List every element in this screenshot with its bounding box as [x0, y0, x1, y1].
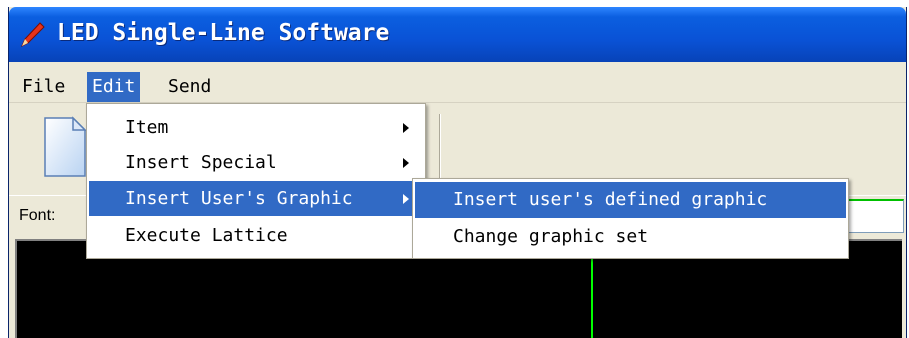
menu-item-label: Execute Lattice: [125, 225, 288, 246]
menu-item-label: Insert User's Graphic: [125, 188, 353, 209]
toolbar-separator: [439, 114, 441, 186]
menu-file[interactable]: File: [17, 72, 70, 102]
title-bar[interactable]: LED Single-Line Software: [9, 7, 906, 62]
submenu-arrow-icon: [403, 158, 409, 168]
menu-edit[interactable]: Edit: [87, 72, 141, 102]
menu-item-insert-users-graphic[interactable]: Insert User's Graphic: [89, 181, 423, 216]
window-title: LED Single-Line Software: [57, 20, 390, 46]
submenu-arrow-icon: [403, 194, 409, 204]
edit-menu-dropdown: Item Insert Special Insert User's Graphi…: [86, 103, 426, 259]
menu-item-label: Insert Special: [125, 152, 277, 173]
pencil-icon: [19, 21, 45, 49]
font-label: Font:: [19, 207, 56, 224]
menu-item-insert-defined-graphic[interactable]: Insert user's defined graphic: [415, 182, 846, 218]
menu-send[interactable]: Send: [163, 72, 216, 102]
submenu-arrow-icon: [403, 123, 409, 133]
menu-bar: File Edit Send: [9, 70, 906, 103]
menu-item-item[interactable]: Item: [89, 110, 423, 145]
menu-item-execute-lattice[interactable]: Execute Lattice: [89, 218, 423, 253]
graphic-submenu: Insert user's defined graphic Change gra…: [412, 178, 849, 259]
menu-item-insert-special[interactable]: Insert Special: [89, 145, 423, 180]
menu-item-label: Item: [125, 117, 169, 138]
menu-item-label: Insert user's defined graphic: [453, 189, 768, 210]
new-document-icon[interactable]: [43, 116, 87, 178]
menu-item-label: Change graphic set: [453, 226, 649, 247]
menu-item-change-graphic-set[interactable]: Change graphic set: [415, 219, 846, 255]
